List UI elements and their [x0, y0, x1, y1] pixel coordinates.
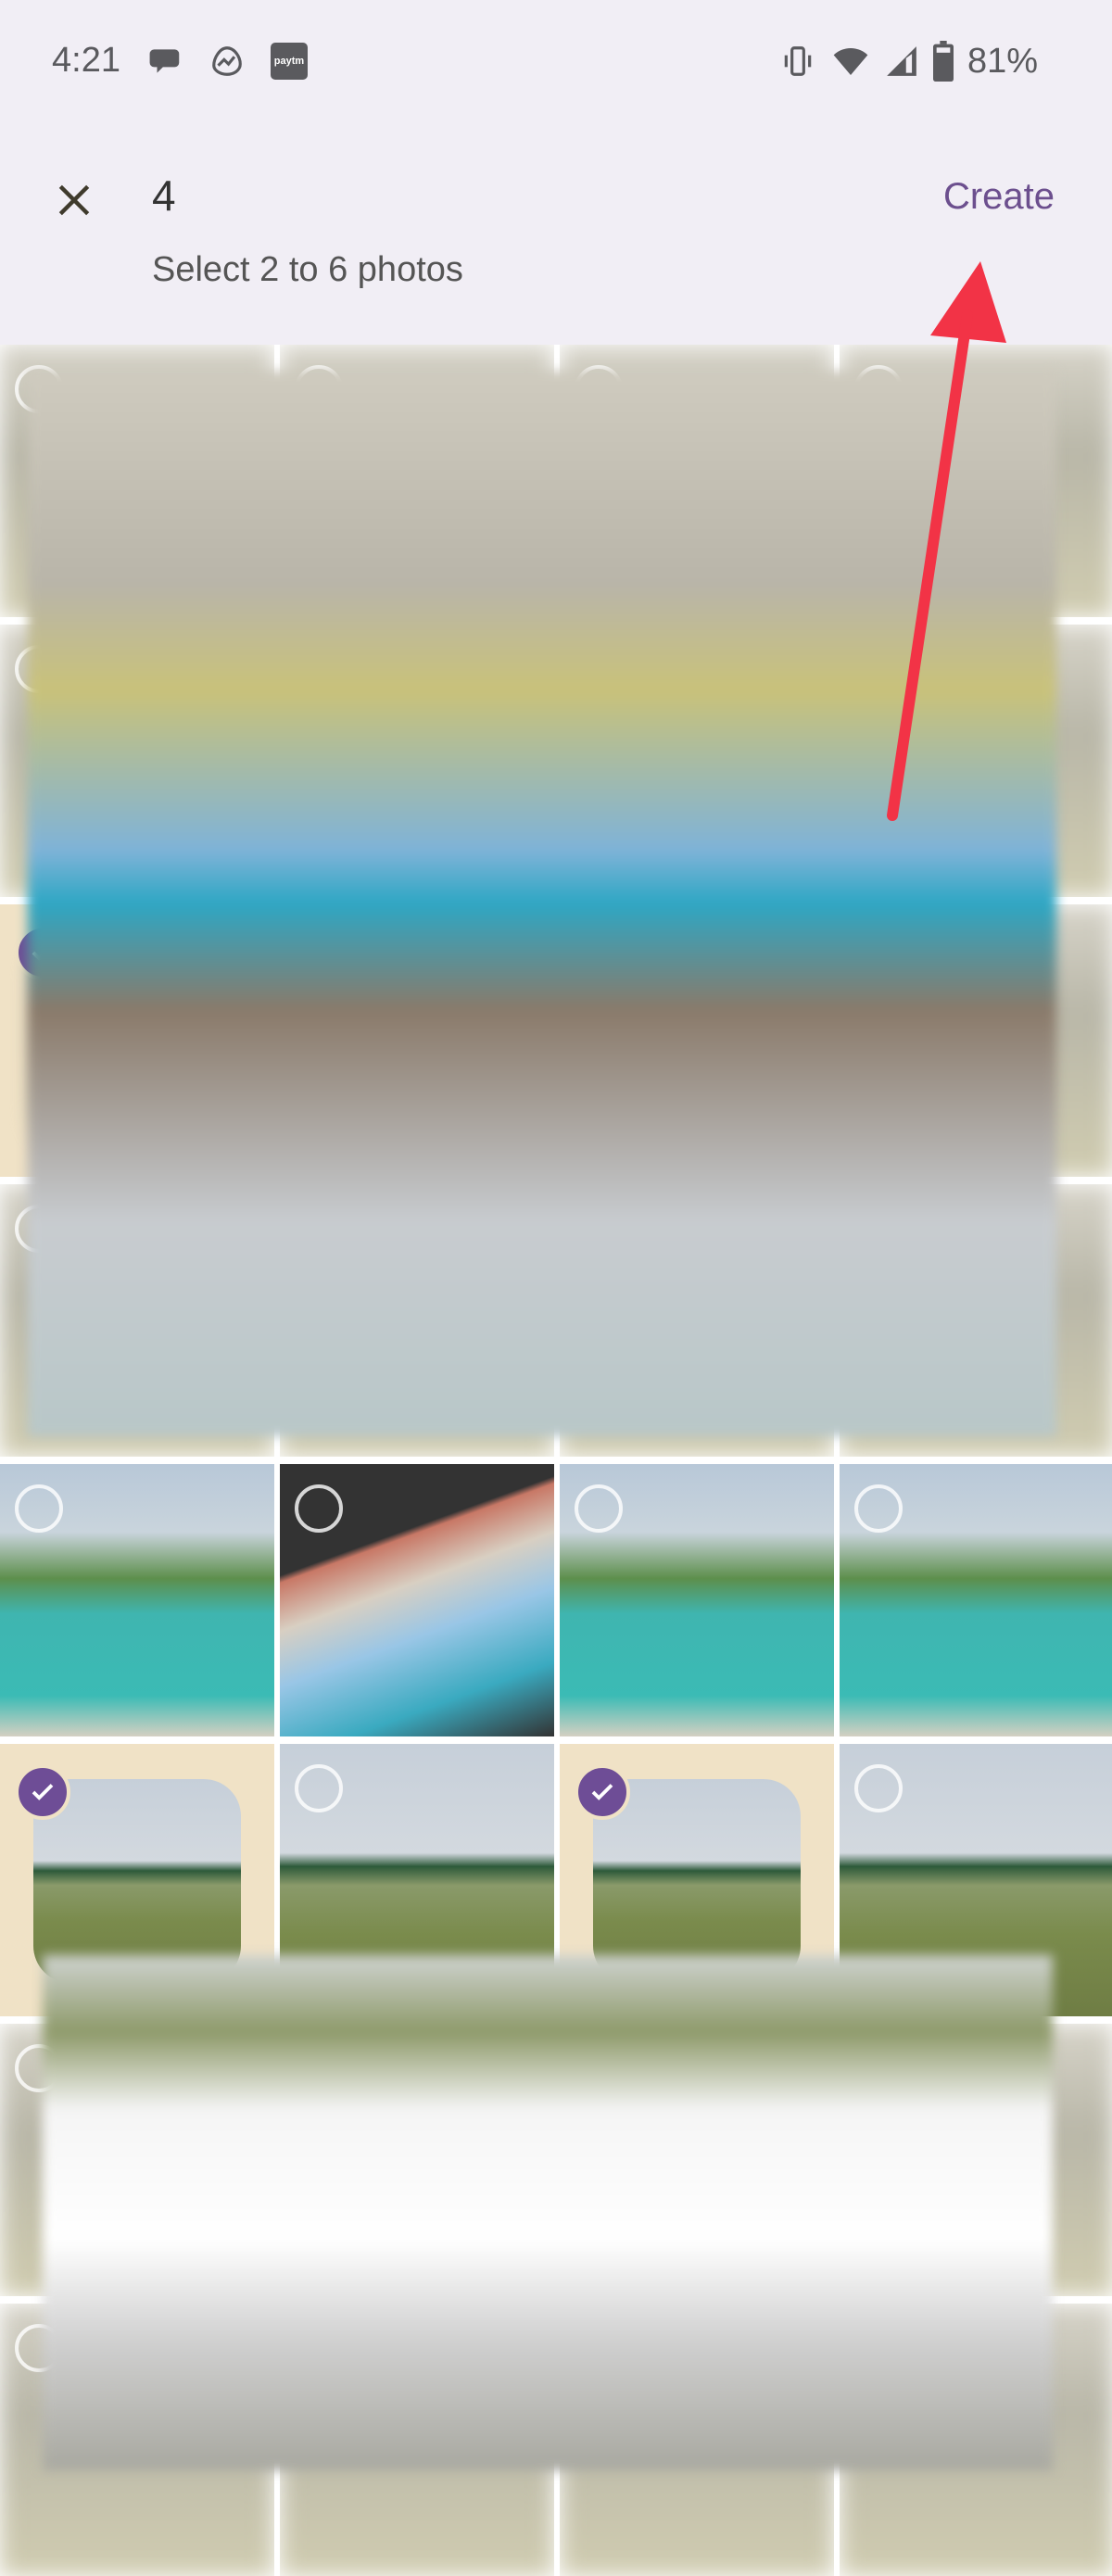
select-circle-icon[interactable]: [295, 1764, 343, 1812]
photo-tile[interactable]: [280, 1464, 554, 1736]
create-button[interactable]: Create: [943, 176, 1055, 218]
photo-thumbnail: [33, 1779, 241, 1983]
paytm-icon: paytm: [271, 43, 308, 80]
blurred-region-top: [28, 371, 1056, 1436]
selected-count: 4: [152, 171, 176, 220]
selection-hint: Select 2 to 6 photos: [152, 250, 463, 289]
photo-tile[interactable]: [840, 1464, 1112, 1736]
select-circle-icon[interactable]: [15, 1484, 63, 1533]
signal-icon: [887, 46, 916, 76]
status-time: 4:21: [52, 41, 120, 80]
photo-tile[interactable]: [0, 1464, 274, 1736]
close-icon: [58, 184, 90, 216]
selected-check-icon[interactable]: [575, 1764, 630, 1820]
messages-icon: [149, 49, 180, 73]
battery-percent: 81%: [967, 41, 1038, 81]
basecamp-icon: [212, 46, 242, 76]
select-circle-icon[interactable]: [575, 1484, 623, 1533]
wifi-icon: [833, 48, 868, 75]
close-button[interactable]: [48, 174, 100, 226]
battery-icon: [932, 41, 954, 82]
status-bar: 4:21 paytm 81%: [0, 0, 1112, 130]
select-circle-icon[interactable]: [295, 1484, 343, 1533]
blurred-region-bottom: [43, 1955, 1053, 2470]
selection-app-bar: 4 Select 2 to 6 photos Create: [0, 130, 1112, 345]
photo-tile[interactable]: [560, 1464, 834, 1736]
photo-thumbnail: [593, 1779, 801, 1983]
select-circle-icon[interactable]: [854, 1484, 903, 1533]
selected-check-icon[interactable]: [15, 1764, 70, 1820]
select-circle-icon[interactable]: [854, 1764, 903, 1812]
vibrate-icon: [784, 46, 812, 76]
